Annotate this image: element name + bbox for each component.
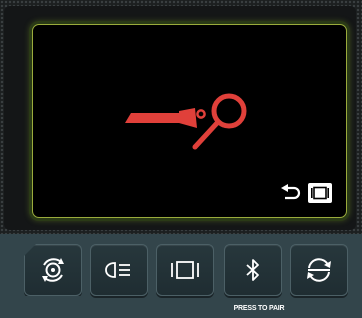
- headlight-icon: [105, 262, 130, 278]
- sync-button[interactable]: [290, 244, 348, 296]
- corner-controls: [280, 183, 332, 203]
- tire-rotate-button[interactable]: [24, 244, 82, 296]
- display-screen: [32, 24, 347, 218]
- sync-icon: [307, 258, 331, 282]
- display-frame-button[interactable]: [156, 244, 214, 296]
- display-frame-icon: [171, 261, 199, 279]
- view-frame-icon[interactable]: [308, 183, 332, 203]
- tire-rotate-icon: [42, 258, 64, 282]
- return-arrow-icon[interactable]: [280, 184, 302, 202]
- headlight-button[interactable]: [90, 244, 148, 296]
- press-to-pair-label: PRESS TO PAIR: [233, 305, 285, 312]
- bluetooth-icon: [246, 259, 259, 281]
- pedal-magnifier-icon: [125, 93, 247, 150]
- bluetooth-button[interactable]: [224, 244, 282, 296]
- display-bezel: [0, 0, 362, 234]
